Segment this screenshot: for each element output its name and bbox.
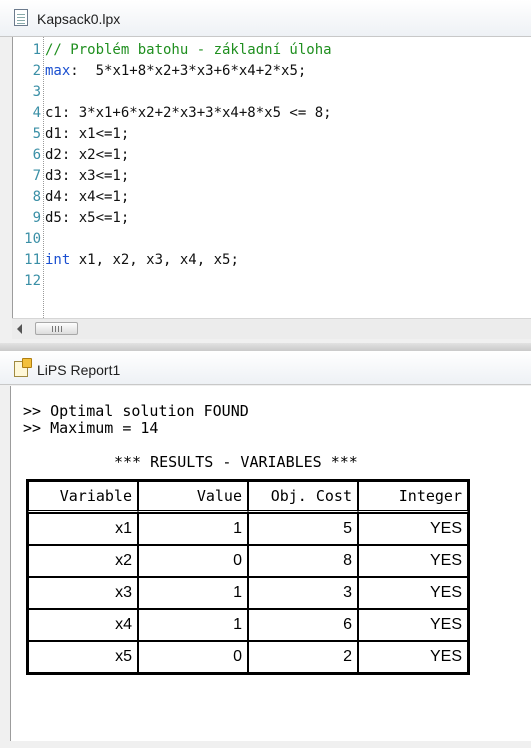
line-number: 11 [24, 252, 41, 268]
code-editor[interactable]: 1// Problém batohu - základní úloha 2 max:… [12, 37, 531, 318]
code-text: // Problém batohu - základní úloha [45, 40, 332, 61]
code-line[interactable]: 5 d1: x1<=1; [13, 124, 531, 145]
code-token: d4: x4<=1; [45, 189, 130, 205]
line-number: 5 [32, 126, 41, 142]
cell-obj-cost: 8 [248, 545, 358, 577]
code-token: x1, x2, x3, x4, x5; [70, 252, 239, 268]
cell-obj-cost: 5 [248, 513, 358, 545]
cell-obj-cost: 2 [248, 641, 358, 673]
column-header-obj-cost: Obj. Cost [248, 481, 358, 513]
cell-integer: YES [358, 545, 468, 577]
code-line[interactable]: 11 int x1, x2, x3, x4, x5; [13, 250, 531, 271]
comment-token: // Problém batohu - základní úloha [45, 42, 332, 58]
status-line: >> Optimal solution FOUND [23, 402, 249, 420]
cell-integer: YES [358, 641, 468, 673]
line-number: 7 [32, 168, 41, 184]
cell-integer: YES [358, 513, 468, 545]
cell-variable: x2 [28, 545, 138, 577]
line-number: 3 [32, 84, 41, 100]
table-row: x4 1 6 YES [28, 609, 468, 641]
cell-variable: x1 [28, 513, 138, 545]
cell-value: 0 [138, 545, 248, 577]
code-token: c1: 3*x1+6*x2+2*x3+3*x4+8*x5 <= 8; [45, 105, 332, 121]
table-row: x1 1 5 YES [28, 513, 468, 545]
cell-value: 0 [138, 641, 248, 673]
column-header-integer: Integer [358, 481, 468, 513]
pane-splitter[interactable] [0, 343, 531, 351]
report-tab[interactable]: LiPS Report1 [0, 351, 531, 385]
code-token: : 5*x1+8*x2+3*x3+6*x4+2*x5; [70, 63, 307, 79]
code-line[interactable]: 7 d3: x3<=1; [13, 166, 531, 187]
column-header-value: Value [138, 481, 248, 513]
cell-value: 1 [138, 577, 248, 609]
code-line[interactable]: 9 d5: x5<=1; [13, 208, 531, 229]
keyword-token: max [45, 63, 71, 79]
scrollbar-thumb[interactable] [35, 322, 78, 335]
editor-title: Kapsack0.lpx [37, 11, 121, 27]
editor-window: Kapsack0.lpx 1// Problém batohu - základ… [0, 0, 531, 344]
code-line[interactable]: 12 [13, 271, 531, 292]
code-line[interactable]: 4 c1: 3*x1+6*x2+2*x3+3*x4+8*x5 <= 8; [13, 103, 531, 124]
report-title: LiPS Report1 [37, 362, 121, 378]
code-line[interactable]: 10 [13, 229, 531, 250]
code-text: max: 5*x1+8*x2+3*x3+6*x4+2*x5; [45, 61, 306, 82]
report-pane: >> Optimal solution FOUND >> Maximum = 1… [10, 386, 531, 741]
line-number: 2 [32, 63, 41, 79]
line-number: 9 [32, 210, 41, 226]
horizontal-scrollbar[interactable] [12, 318, 531, 339]
code-token: d2: x2<=1; [45, 147, 130, 163]
code-text: d1: x1<=1; [45, 124, 129, 145]
line-number: 12 [24, 273, 41, 289]
code-line[interactable]: 8 d4: x4<=1; [13, 187, 531, 208]
table-row: x2 0 8 YES [28, 545, 468, 577]
cell-value: 1 [138, 609, 248, 641]
keyword-token: int [45, 252, 71, 268]
code-line[interactable]: 1// Problém batohu - základní úloha [13, 40, 531, 61]
code-line[interactable]: 6 d2: x2<=1; [13, 145, 531, 166]
report-window: LiPS Report1 >> Optimal solution FOUND >… [0, 351, 531, 748]
code-token: d1: x1<=1; [45, 126, 130, 142]
code-text: c1: 3*x1+6*x2+2*x3+3*x4+8*x5 <= 8; [45, 103, 332, 124]
column-header-variable: Variable [28, 481, 138, 513]
code-token: d3: x3<=1; [45, 168, 130, 184]
code-text: d4: x4<=1; [45, 187, 129, 208]
results-table: Variable Value Obj. Cost Integer x1 1 5 … [26, 479, 470, 675]
cell-obj-cost: 3 [248, 577, 358, 609]
editor-tab[interactable]: Kapsack0.lpx [0, 0, 531, 37]
document-icon [14, 9, 28, 26]
results-section-title: *** RESULTS - VARIABLES *** [114, 453, 358, 471]
code-line[interactable]: 3 [13, 82, 531, 103]
scroll-left-icon[interactable] [17, 324, 22, 334]
code-text: int x1, x2, x3, x4, x5; [45, 250, 239, 271]
code-token: d5: x5<=1; [45, 210, 130, 226]
line-number: 8 [32, 189, 41, 205]
report-icon [14, 358, 32, 377]
line-number: 6 [32, 147, 41, 163]
cell-variable: x3 [28, 577, 138, 609]
cell-integer: YES [358, 609, 468, 641]
cell-variable: x4 [28, 609, 138, 641]
results-header-row: Variable Value Obj. Cost Integer [28, 481, 468, 513]
table-row: x5 0 2 YES [28, 641, 468, 673]
line-number: 1 [32, 42, 41, 58]
code-text: d2: x2<=1; [45, 145, 129, 166]
code-line[interactable]: 2 max: 5*x1+8*x2+3*x3+6*x4+2*x5; [13, 61, 531, 82]
maximum-line: >> Maximum = 14 [23, 419, 159, 437]
line-number: 10 [24, 231, 41, 247]
cell-integer: YES [358, 577, 468, 609]
cell-variable: x5 [28, 641, 138, 673]
cell-obj-cost: 6 [248, 609, 358, 641]
code-text: d5: x5<=1; [45, 208, 129, 229]
line-number: 4 [32, 105, 41, 121]
code-text: d3: x3<=1; [45, 166, 129, 187]
table-row: x3 1 3 YES [28, 577, 468, 609]
cell-value: 1 [138, 513, 248, 545]
